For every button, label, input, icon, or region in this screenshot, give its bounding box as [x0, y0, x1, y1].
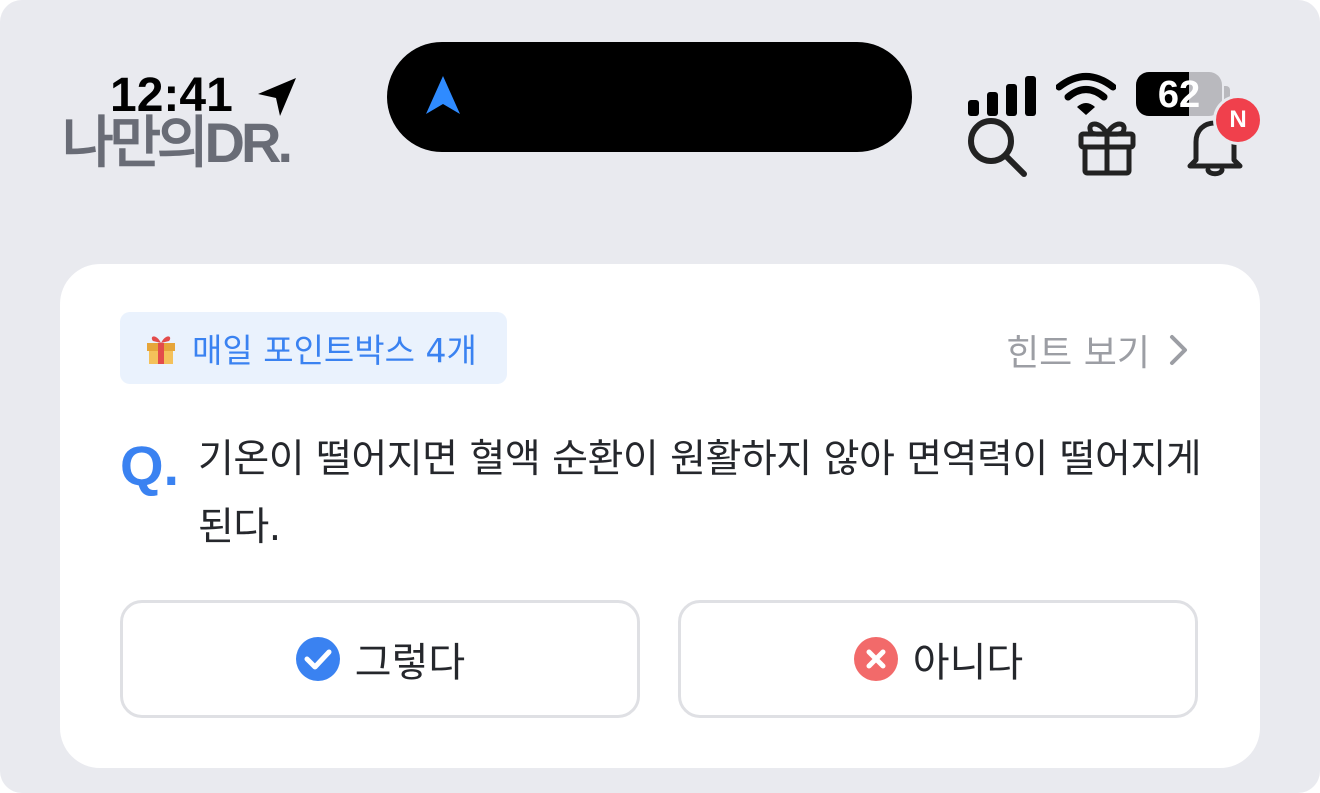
app-logo[interactable]: 나만의DR. — [62, 110, 293, 176]
quiz-card: 매일 포인트박스 4개 힌트 보기 Q. 기온이 떨어지면 혈액 순환이 원활하… — [60, 264, 1260, 768]
answer-yes-button[interactable]: 그렇다 — [120, 600, 640, 718]
check-circle-icon — [295, 637, 340, 681]
answer-no-button[interactable]: 아니다 — [678, 600, 1198, 718]
wifi-icon — [1056, 73, 1116, 115]
answer-no-label: 아니다 — [912, 640, 1024, 686]
answer-yes-label: 그렇다 — [354, 640, 466, 686]
notification-badge: N — [1213, 95, 1263, 145]
x-circle-icon — [853, 637, 898, 681]
daily-point-box-label: 매일 포인트박스 4개 — [192, 331, 477, 370]
cellular-signal-icon — [968, 76, 1036, 116]
daily-point-box-chip[interactable]: 매일 포인트박스 4개 — [120, 312, 507, 384]
app-screen: 12:41 62 나만의DR. N 매일 포인트박스 4개 힌트 보기 Q. 기… — [0, 0, 1320, 793]
navigation-arrow-icon — [426, 76, 460, 114]
question-marker: Q. — [120, 434, 180, 497]
battery-indicator: 62 — [1136, 72, 1222, 116]
search-icon[interactable] — [964, 114, 1030, 180]
gift-emoji-icon — [147, 336, 175, 364]
question-text: 기온이 떨어지면 혈액 순환이 원활하지 않아 면역력이 떨어지게 된다. — [198, 437, 1202, 550]
chevron-right-icon — [1170, 335, 1187, 365]
dynamic-island — [387, 42, 912, 152]
battery-percent: 62 — [1157, 74, 1201, 116]
hint-link[interactable]: 힌트 보기 — [1006, 320, 1190, 380]
gift-icon[interactable] — [1074, 112, 1140, 178]
hint-label: 힌트 보기 — [1006, 333, 1150, 374]
